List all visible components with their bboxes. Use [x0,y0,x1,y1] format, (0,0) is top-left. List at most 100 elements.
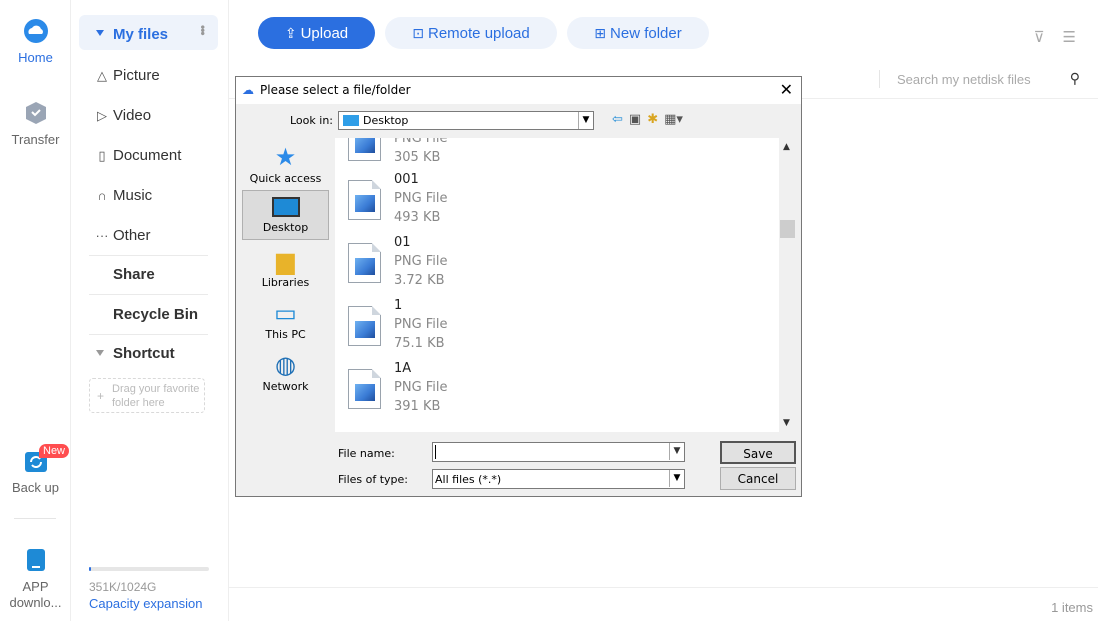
file-type: PNG File [394,317,448,332]
view-menu-icon[interactable]: ▦▾ [664,112,683,127]
search-input[interactable]: Search my netdisk files [897,72,1031,87]
upload-button[interactable]: ⇪ Upload [258,17,375,49]
sidebar-item-document[interactable]: ▯ Document [95,147,181,164]
up-folder-icon[interactable]: ▣ [629,112,641,127]
chevron-down-icon[interactable]: ▼ [669,470,684,487]
sidebar-item-label: Document [113,147,182,164]
remote-upload-icon: ⊡ [412,25,424,41]
file-type: PNG File [394,191,448,206]
capacity-bar [89,567,209,571]
new-folder-button[interactable]: ⊞ New folder [567,17,709,49]
file-name: 1 [394,298,403,313]
shortcut-drop-zone[interactable]: + Drag your favorite folder here [89,378,205,413]
list-item[interactable]: 1A PNG File 391 KB [335,361,779,426]
remote-upload-button[interactable]: ⊡ Remote upload [385,17,557,49]
libraries-icon: ▆ [276,247,295,275]
png-file-icon [348,243,381,283]
search-divider [879,70,880,88]
list-item[interactable]: 01 PNG File 3.72 KB [335,235,779,300]
top-right-icons: ⊽ ☰ [1016,28,1076,46]
place-libraries[interactable]: ▆ Libraries [242,246,329,292]
files-of-type-select[interactable]: All files (*.*) ▼ [432,469,685,489]
sidebar-item-label: Other [113,227,151,244]
close-icon[interactable]: ✕ [780,80,793,99]
rail-backup-label: Back up [12,480,59,495]
sidebar-divider [89,255,208,256]
chevron-down-icon[interactable]: ▼ [669,443,684,460]
sidebar-item-other[interactable]: ··· Other [95,227,151,244]
my-files-label: My files [113,26,169,43]
remote-upload-label: Remote upload [428,25,530,42]
computer-icon: ▭ [274,299,297,327]
place-network[interactable]: ◍ Network [242,350,329,396]
dialog-toolbar: ⇦ ▣ ✱ ▦▾ [612,112,689,127]
new-folder-icon: ⊞ [594,25,607,41]
back-arrow-icon[interactable]: ⇦ [612,112,623,127]
mountain-icon: △ [97,68,107,83]
sidebar-item-picture[interactable]: △ Picture [95,67,160,84]
vertical-scrollbar[interactable]: ▲ ▼ [779,138,796,432]
place-this-pc[interactable]: ▭ This PC [242,298,329,344]
files-of-type-value: All files (*.*) [435,473,502,486]
search-icon[interactable]: ⚲ [1070,70,1080,87]
sidebar-shortcut[interactable]: Shortcut [113,345,175,362]
plus-icon: + [97,389,105,403]
file-name-input[interactable]: ▼ [432,442,685,462]
ellipsis-icon: ··· [95,228,109,243]
place-label: Network [262,380,309,393]
scroll-down-icon[interactable]: ▼ [783,418,790,428]
sidebar-item-label: Picture [113,67,160,84]
sidebar-recycle-bin[interactable]: Recycle Bin [113,306,198,323]
chevron-down-icon[interactable]: ▼ [578,112,593,129]
sidebar-share[interactable]: Share [113,266,155,283]
headphones-icon: ∩ [97,188,107,203]
sidebar-item-video[interactable]: ▷ Video [95,107,151,124]
filter-icon[interactable]: ⊽ [1034,29,1045,46]
rail-transfer-label: Transfer [11,132,60,147]
capacity-text: 351K/1024G [89,580,157,594]
cancel-button[interactable]: Cancel [720,467,796,490]
place-quick-access[interactable]: ★ Quick access [242,142,329,188]
look-in-select[interactable]: Desktop ▼ [338,111,594,130]
cloud-home-icon [23,19,48,43]
drag-hint-1: Drag your favorite [112,383,200,395]
save-button[interactable]: Save [720,441,796,464]
sidebar-my-files[interactable]: My files ••• [79,15,218,50]
list-item[interactable]: 1 PNG File 75.1 KB [335,298,779,363]
desktop-folder-icon [343,115,359,126]
rail-home-label: Home [18,50,53,65]
rail-app-label-1: APP [22,579,49,594]
capacity-expansion-link[interactable]: Capacity expansion [89,596,202,611]
list-view-icon[interactable]: ☰ [1063,29,1076,46]
rail-app-download[interactable]: APP downlo... [0,548,71,611]
place-label: Desktop [262,221,309,234]
sidebar-item-music[interactable]: ∩ Music [95,187,152,204]
scroll-thumb[interactable] [780,220,795,238]
png-file-icon [348,369,381,409]
file-size: 391 KB [394,399,441,414]
sidebar-divider [89,334,208,335]
rail-transfer[interactable]: Transfer [0,100,71,147]
file-list[interactable]: PNG File 305 KB 001 PNG File 493 KB 01 P… [335,138,796,432]
rail-home[interactable]: Home [0,18,71,65]
app-cloud-icon: ☁ [242,83,254,97]
place-label: Quick access [249,172,322,185]
png-file-icon [348,180,381,220]
rail-app-label-2: downlo... [9,595,62,610]
caret-down-icon[interactable] [96,350,104,356]
more-vertical-icon[interactable]: ••• [196,25,210,35]
file-size: 75.1 KB [394,336,445,351]
items-count: 1 items [1051,600,1093,615]
list-item[interactable]: 001 PNG File 493 KB [335,172,779,237]
play-icon: ▷ [97,108,107,123]
scroll-up-icon[interactable]: ▲ [783,142,790,152]
place-desktop[interactable]: Desktop [242,190,329,240]
footer-divider [229,587,1098,588]
dialog-title: Please select a file/folder [260,83,411,97]
file-size: 305 KB [394,150,441,165]
rail-backup[interactable]: New Back up [0,444,71,495]
file-name: 001 [394,172,419,187]
sidebar-item-label: Video [113,107,152,124]
new-folder-icon[interactable]: ✱ [647,112,658,127]
phone-icon [26,549,45,571]
